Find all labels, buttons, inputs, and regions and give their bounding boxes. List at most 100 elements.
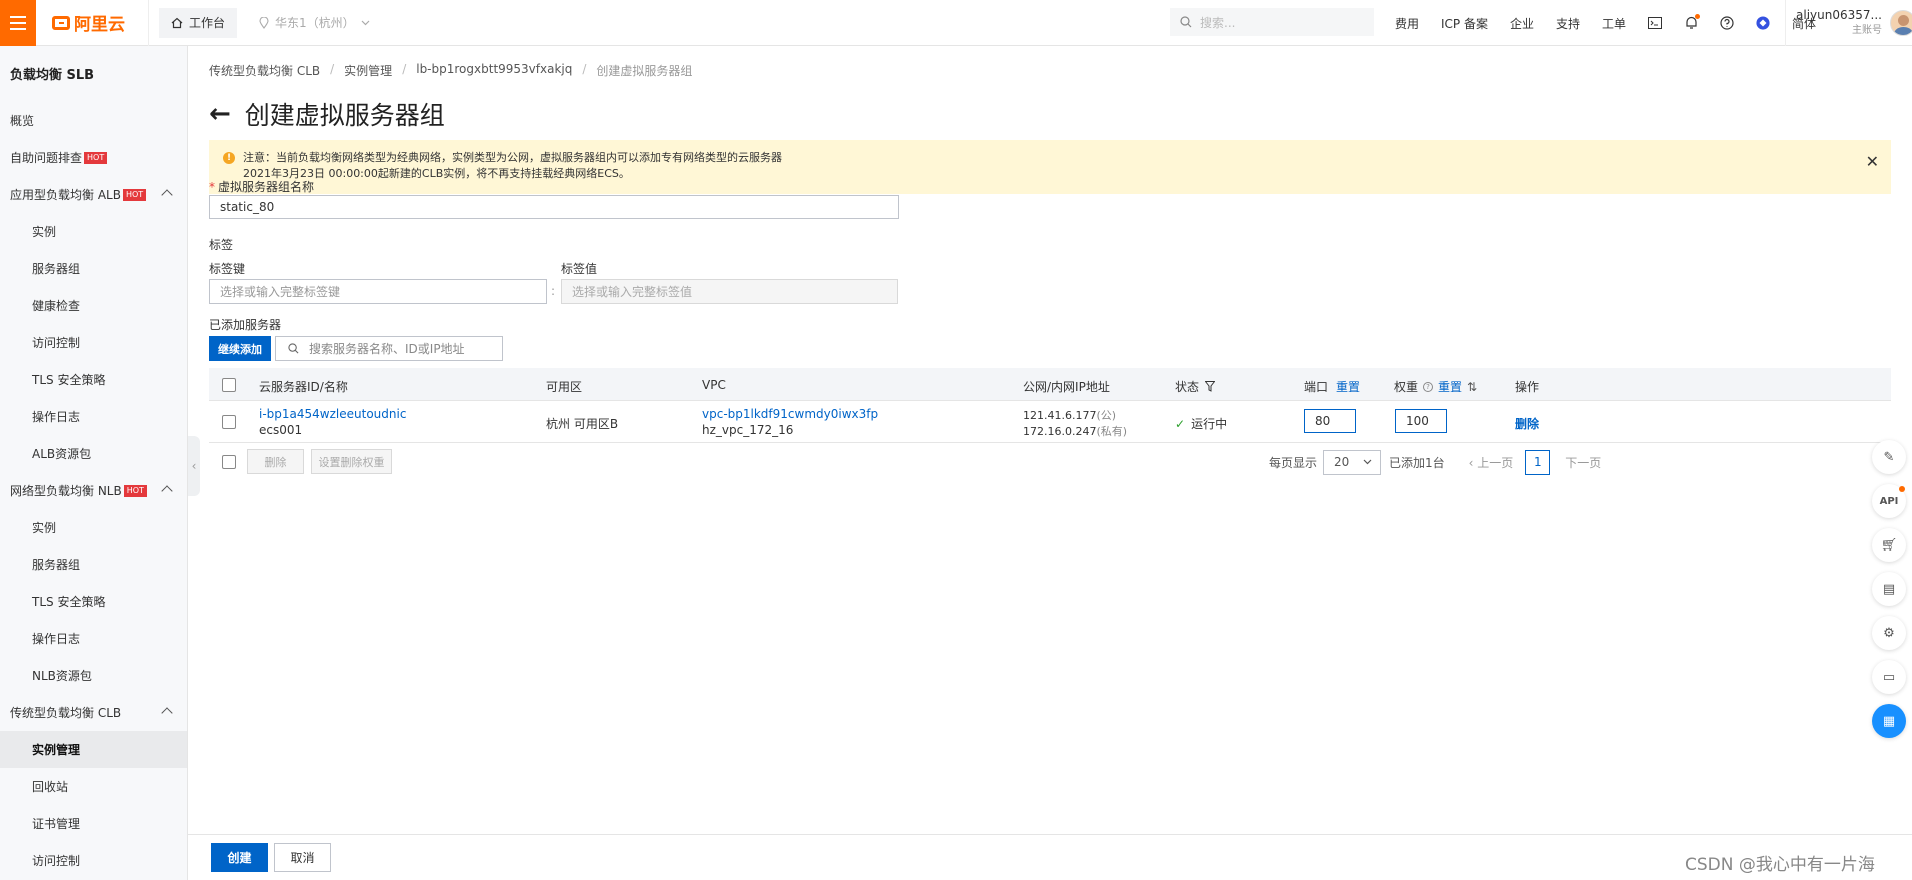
prev-page-button[interactable]: ‹ 上一页 xyxy=(1469,454,1514,471)
logo-mark-icon xyxy=(52,15,70,30)
location-pin-icon xyxy=(259,16,269,29)
breadcrumb-instances[interactable]: 实例管理 xyxy=(344,62,392,79)
sort-icon[interactable]: ⇅ xyxy=(1467,380,1477,394)
top-navbar: 阿里云 工作台 华东1（杭州） 搜索... 费用 ICP 备案 企业 支持 工单… xyxy=(0,0,1912,46)
table-header: 云服务器ID/名称 可用区 VPC 公网/内网IP地址 状态 端口 重置 权重 … xyxy=(209,368,1891,401)
sidebar-group-nlb[interactable]: 网络型负载均衡 NLB HOT xyxy=(0,472,187,509)
user-menu[interactable]: aliyun06357... 主账号 xyxy=(1785,0,1912,46)
help-icon[interactable] xyxy=(1720,16,1734,30)
weight-input[interactable]: 100 xyxy=(1395,409,1447,433)
chat-icon[interactable]: ▭ xyxy=(1872,660,1906,694)
watermark: CSDN @我心中有一片海 xyxy=(1685,855,1875,875)
tag-value-input[interactable]: 选择或输入完整标签值 xyxy=(561,279,898,304)
vpc-name: hz_vpc_172_16 xyxy=(702,423,794,437)
delete-row-link[interactable]: 删除 xyxy=(1515,415,1539,432)
weight-reset-link[interactable]: 重置 xyxy=(1438,378,1462,395)
vpc-id-link[interactable]: vpc-bp1lkdf91cwmdy0iwx3fp xyxy=(702,407,878,421)
sidebar-item-alb-health-check[interactable]: 健康检查 xyxy=(0,287,187,324)
hot-badge: HOT xyxy=(123,484,147,497)
api-icon[interactable]: API xyxy=(1872,484,1906,518)
breadcrumb-instance-id[interactable]: lb-bp1rogxbtt9953vfxakjq xyxy=(416,62,572,79)
terminal-icon[interactable] xyxy=(1648,16,1663,30)
billing-link[interactable]: 费用 xyxy=(1395,15,1419,32)
batch-delete-button[interactable]: 删除 xyxy=(247,449,304,474)
continue-add-button[interactable]: 继续添加 xyxy=(209,336,271,361)
chevron-down-icon xyxy=(1363,459,1372,465)
set-weight-button[interactable]: 设置删除权重 xyxy=(311,449,392,474)
col-zone: 可用区 xyxy=(546,380,583,394)
next-page-button[interactable]: 下一页 xyxy=(1565,454,1601,471)
sidebar-item-label: 访问控制 xyxy=(32,854,81,868)
gear-icon[interactable]: ⚙ xyxy=(1872,616,1906,650)
tag-key-label: 标签键 xyxy=(209,262,246,276)
sidebar-item-nlb-package[interactable]: NLB资源包 xyxy=(0,657,187,694)
apps-icon[interactable]: ▦ xyxy=(1872,704,1906,738)
row-checkbox[interactable] xyxy=(222,415,236,429)
sidebar-item-clb-recycle[interactable]: 回收站 xyxy=(0,768,187,805)
sidebar-item-label: 实例 xyxy=(32,521,57,535)
port-value: 80 xyxy=(1315,414,1331,428)
tag-key-input[interactable]: 选择或输入完整标签键 xyxy=(209,279,547,304)
port-reset-link[interactable]: 重置 xyxy=(1336,378,1360,395)
workbench-label: 工作台 xyxy=(189,16,226,30)
cancel-button[interactable]: 取消 xyxy=(274,843,331,872)
document-icon[interactable]: ▤ xyxy=(1872,572,1906,606)
select-all-checkbox[interactable] xyxy=(222,378,236,392)
sidebar-item-overview[interactable]: 概览 xyxy=(0,102,187,139)
filter-icon[interactable] xyxy=(1205,381,1216,392)
assistant-icon[interactable] xyxy=(1756,16,1770,30)
sidebar-item-nlb-server-group[interactable]: 服务器组 xyxy=(0,546,187,583)
support-link[interactable]: 支持 xyxy=(1556,15,1580,32)
port-input[interactable]: 80 xyxy=(1304,409,1356,433)
ticket-link[interactable]: 工单 xyxy=(1602,15,1626,32)
col-vpc: VPC xyxy=(702,378,726,392)
global-search-input[interactable]: 搜索... xyxy=(1170,8,1374,36)
enterprise-link[interactable]: 企业 xyxy=(1510,15,1534,32)
sidebar-item-nlb-log[interactable]: 操作日志 xyxy=(0,620,187,657)
help-icon[interactable]: ? xyxy=(1423,381,1434,392)
top-links: 费用 ICP 备案 企业 支持 工单 简体 xyxy=(1395,0,1816,46)
close-icon[interactable]: ✕ xyxy=(1866,154,1879,170)
sidebar-item-label: 概览 xyxy=(10,114,35,128)
workbench-button[interactable]: 工作台 xyxy=(159,7,238,38)
aliyun-logo[interactable]: 阿里云 xyxy=(52,10,142,35)
hamburger-menu-button[interactable] xyxy=(0,0,36,46)
warning-icon: ! xyxy=(223,152,235,164)
sidebar-item-alb-tls[interactable]: TLS 安全策略 xyxy=(0,361,187,398)
sidebar-item-clb-certificates[interactable]: 证书管理 xyxy=(0,805,187,842)
tag-value-placeholder: 选择或输入完整标签值 xyxy=(572,285,693,299)
col-ip: 公网/内网IP地址 xyxy=(1023,380,1110,394)
group-name-value: static_80 xyxy=(220,200,275,214)
sidebar-item-alb-server-group[interactable]: 服务器组 xyxy=(0,250,187,287)
sidebar-item-alb-log[interactable]: 操作日志 xyxy=(0,398,187,435)
chevron-up-icon xyxy=(161,189,173,201)
breadcrumb-clb[interactable]: 传统型负载均衡 CLB xyxy=(209,62,320,79)
footer-select-all-checkbox[interactable] xyxy=(222,455,236,469)
page-1-button[interactable]: 1 xyxy=(1525,449,1551,475)
notice-line-1: 注意：当前负载均衡网络类型为经典网络，实例类型为公网，虚拟服务器组内可以添加专有… xyxy=(243,151,782,164)
edit-icon[interactable]: ✎ xyxy=(1872,440,1906,474)
col-weight: 权重 ? 重置 ⇅ xyxy=(1394,378,1477,395)
icp-link[interactable]: ICP 备案 xyxy=(1441,15,1488,32)
sidebar-item-clb-acl[interactable]: 访问控制 xyxy=(0,842,187,879)
group-name-input[interactable]: static_80 xyxy=(209,195,899,219)
sidebar-group-clb[interactable]: 传统型负载均衡 CLB xyxy=(0,694,187,731)
sidebar-item-alb-instance[interactable]: 实例 xyxy=(0,213,187,250)
per-page-select[interactable]: 20 xyxy=(1323,449,1382,475)
sidebar-item-clb-instances[interactable]: 实例管理 xyxy=(0,731,187,768)
sidebar-group-alb[interactable]: 应用型负载均衡 ALB HOT xyxy=(0,176,187,213)
region-selector[interactable]: 华东1（杭州） xyxy=(259,14,370,31)
sidebar-item-alb-package[interactable]: ALB资源包 xyxy=(0,435,187,472)
server-search-input[interactable]: 搜索服务器名称、ID或IP地址 xyxy=(275,336,503,361)
server-id-link[interactable]: i-bp1a454wzleeutoudnic xyxy=(259,407,406,421)
sidebar-item-nlb-tls[interactable]: TLS 安全策略 xyxy=(0,583,187,620)
sidebar-item-label: 实例管理 xyxy=(32,743,81,757)
sidebar-item-label: NLB资源包 xyxy=(32,669,92,683)
sidebar-item-nlb-instance[interactable]: 实例 xyxy=(0,509,187,546)
create-button[interactable]: 创建 xyxy=(211,843,268,872)
back-arrow-icon[interactable]: ← xyxy=(209,99,231,129)
bell-icon[interactable] xyxy=(1684,14,1701,30)
sidebar-item-diagnose[interactable]: 自助问题排查 HOT xyxy=(0,139,187,176)
cart-icon[interactable]: 🛒︎ xyxy=(1872,528,1906,562)
sidebar-item-alb-acl[interactable]: 访问控制 xyxy=(0,324,187,361)
